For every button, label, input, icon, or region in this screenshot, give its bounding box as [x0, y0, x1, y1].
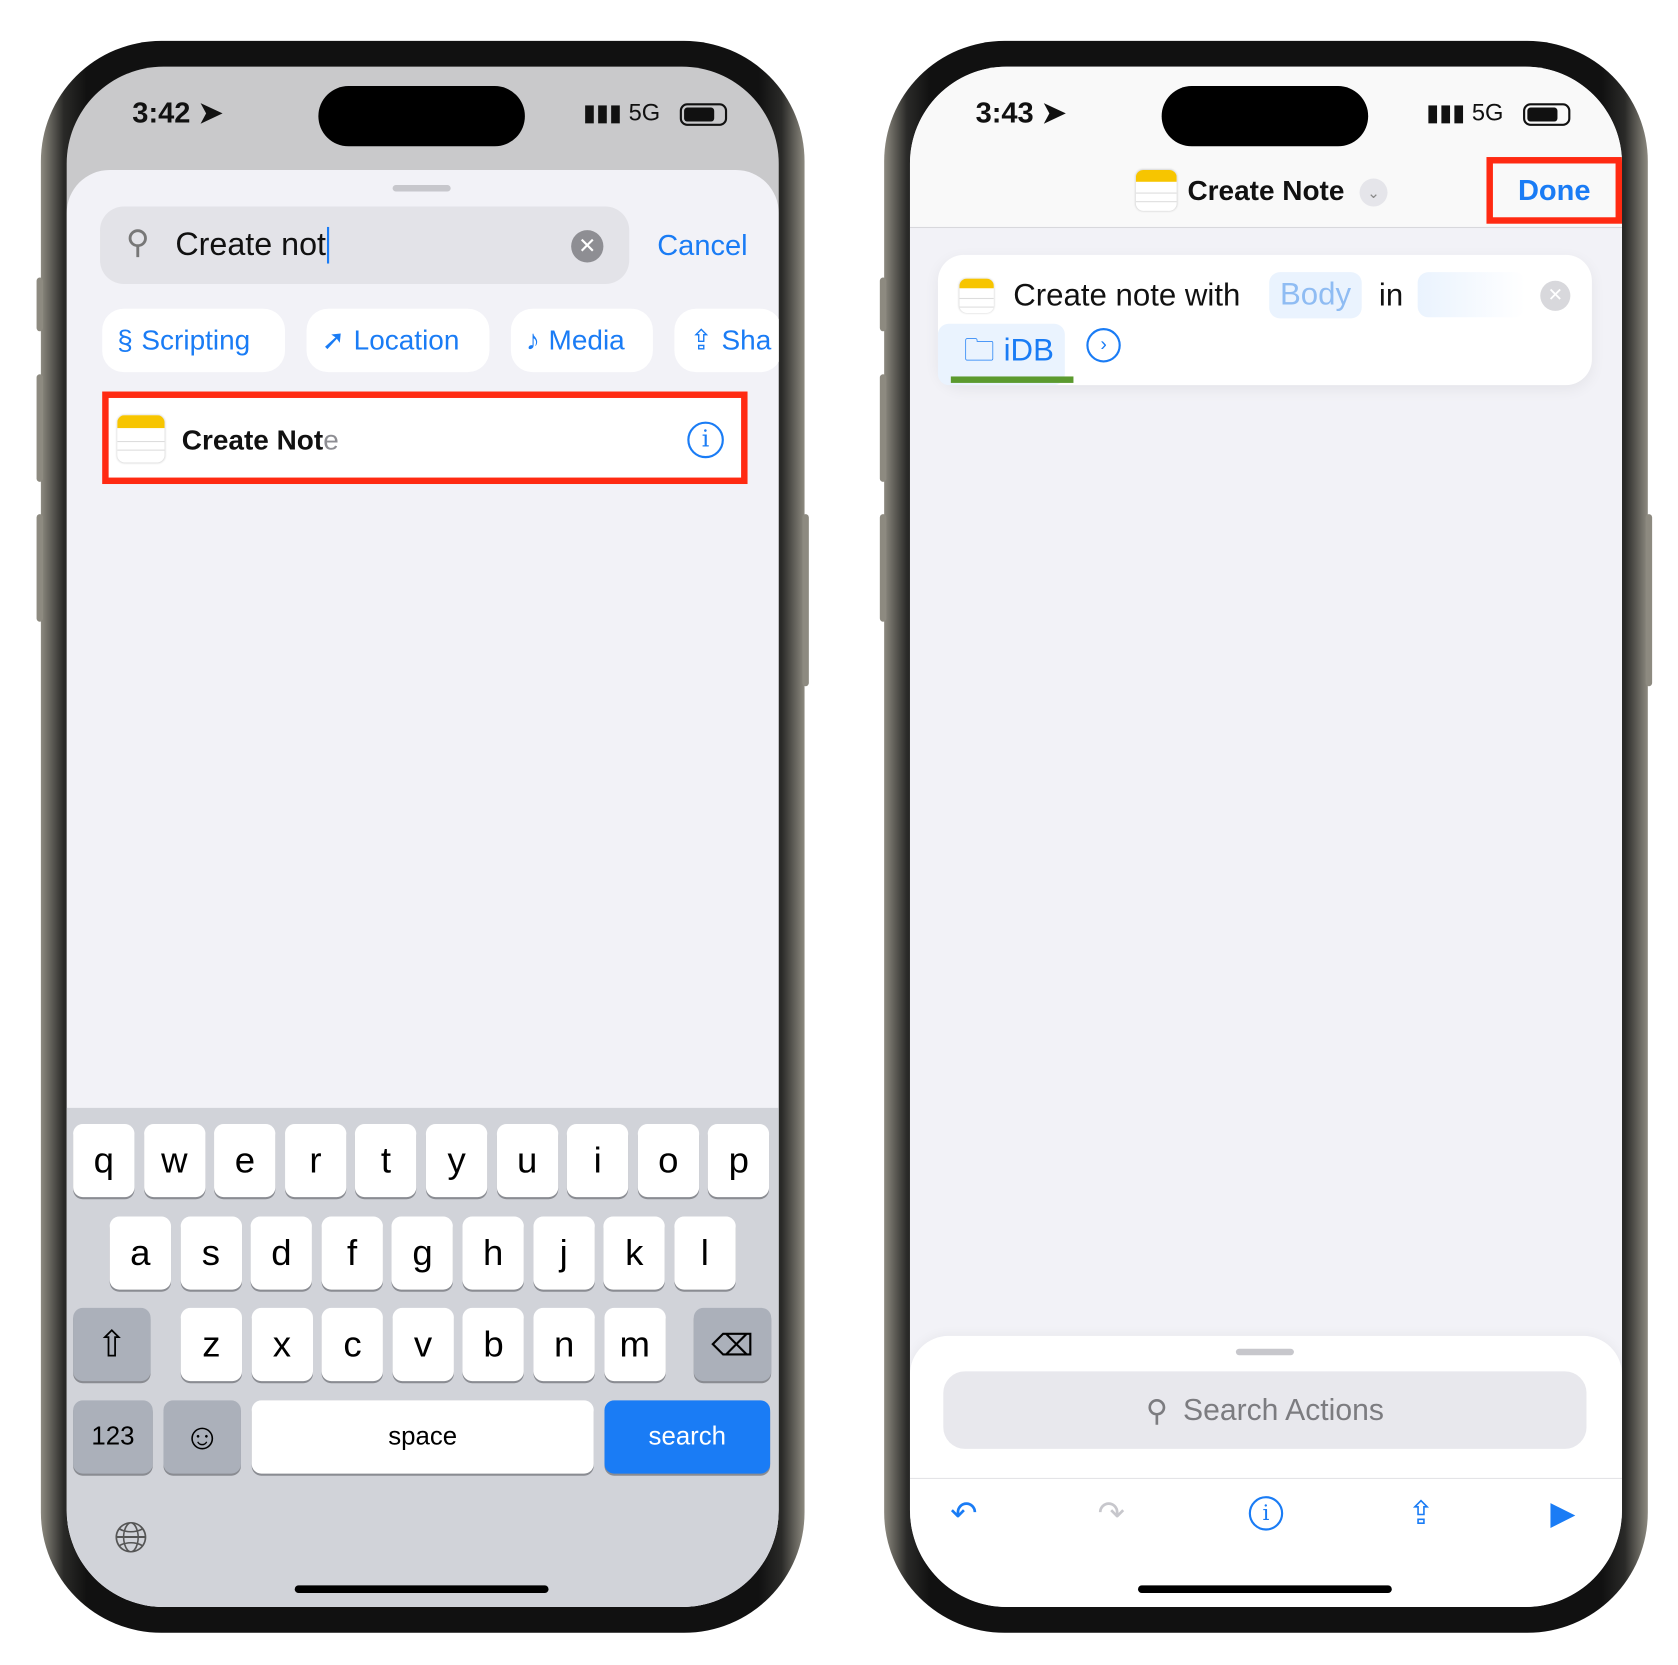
sheet-grabber[interactable]: [392, 185, 451, 192]
battery-icon: [1523, 103, 1571, 126]
music-note-icon: ♪: [525, 323, 540, 357]
location-arrow-icon: ➚: [321, 323, 346, 357]
dynamic-island: [318, 86, 525, 147]
chevron-down-icon[interactable]: ⌄: [1359, 178, 1388, 207]
redo-icon[interactable]: ↷: [1090, 1492, 1133, 1535]
left-phone: 3:42 ➤ ▮▮▮ 5G ⚲ Create not ✕ Cancel § Scr…: [36, 40, 809, 1633]
shortcut-title[interactable]: Create Note: [1187, 174, 1344, 207]
home-indicator: [1137, 1585, 1392, 1593]
home-indicator: [294, 1585, 549, 1593]
scripting-icon: §: [117, 323, 133, 357]
chip-media[interactable]: ♪ Media: [510, 308, 653, 373]
key-x[interactable]: x: [251, 1307, 313, 1382]
status-time: 3:43 ➤: [975, 96, 1067, 130]
key-g[interactable]: g: [391, 1216, 454, 1290]
search-actions-input[interactable]: ⚲ Search Actions: [943, 1371, 1587, 1449]
battery-icon: [679, 103, 728, 126]
expand-chevron-icon[interactable]: ›: [1086, 328, 1121, 363]
emoji-key[interactable]: ☺: [163, 1400, 241, 1474]
play-icon[interactable]: ▶: [1541, 1492, 1584, 1535]
sheet-grabber[interactable]: [1235, 1348, 1294, 1356]
key-s[interactable]: s: [180, 1216, 242, 1290]
body-token[interactable]: Body: [1269, 272, 1362, 319]
search-key[interactable]: search: [604, 1400, 771, 1474]
folder-icon: 🗀︎: [963, 333, 995, 368]
key-o[interactable]: o: [637, 1124, 699, 1198]
result-create-note[interactable]: Create Note i: [102, 391, 748, 485]
key-f[interactable]: f: [321, 1216, 383, 1290]
key-l[interactable]: l: [674, 1216, 736, 1290]
highlight-underline: [950, 376, 1074, 383]
chip-scripting[interactable]: § Scripting: [102, 308, 286, 373]
search-text: Create not: [175, 226, 330, 264]
undo-icon[interactable]: ↶: [942, 1492, 985, 1535]
key-i[interactable]: i: [567, 1124, 629, 1198]
dynamic-island: [1161, 86, 1369, 147]
share-icon: ⇪: [689, 323, 713, 357]
key-j[interactable]: j: [533, 1216, 595, 1290]
key-n[interactable]: n: [533, 1307, 595, 1382]
signal-indicator: ▮▮▮ 5G: [1426, 98, 1504, 126]
result-title: Create Note: [181, 423, 339, 457]
key-e[interactable]: e: [214, 1124, 276, 1198]
search-icon: ⚲: [1145, 1393, 1168, 1427]
key-u[interactable]: u: [496, 1124, 558, 1198]
key-w[interactable]: w: [143, 1124, 206, 1198]
clear-icon[interactable]: ✕: [571, 230, 604, 263]
backspace-icon: ⌫: [711, 1327, 754, 1362]
delete-key[interactable]: ⌫: [693, 1307, 772, 1382]
search-input[interactable]: ⚲ Create not ✕: [100, 206, 630, 284]
in-label: in: [1378, 278, 1404, 313]
key-b[interactable]: b: [462, 1307, 525, 1382]
chip-location[interactable]: ➚ Location: [306, 308, 490, 373]
actions-drawer: ⚲ Search Actions: [909, 1335, 1623, 1607]
action-text: Create note with: [1013, 278, 1241, 313]
key-r[interactable]: r: [284, 1124, 347, 1198]
shift-key[interactable]: ⇧: [73, 1307, 151, 1382]
key-y[interactable]: y: [425, 1124, 488, 1198]
key-d[interactable]: d: [250, 1216, 313, 1290]
signal-indicator: ▮▮▮ 5G: [582, 98, 661, 126]
key-a[interactable]: a: [109, 1216, 172, 1290]
globe-icon[interactable]: 🌐︎: [114, 1514, 148, 1562]
done-button[interactable]: Done: [1486, 157, 1623, 224]
cancel-button[interactable]: Cancel: [657, 229, 747, 262]
search-icon: ⚲: [125, 224, 150, 261]
right-phone: 3:43 ➤ ▮▮▮ 5G Create Note ⌄ Done Create …: [879, 40, 1653, 1633]
emoji-icon: ☺: [183, 1416, 221, 1457]
key-p[interactable]: p: [708, 1124, 770, 1198]
status-time: 3:42 ➤: [132, 96, 223, 130]
key-h[interactable]: h: [462, 1216, 524, 1290]
key-z[interactable]: z: [180, 1307, 243, 1382]
space-key[interactable]: space: [251, 1400, 594, 1474]
account-token[interactable]: [1417, 272, 1526, 318]
key-m[interactable]: m: [604, 1307, 666, 1382]
notes-app-icon: [1135, 169, 1177, 211]
keyboard: ⇧ ⌫ 123 ☺ space search 🌐︎ qwertyuiop asdf…: [66, 1107, 779, 1607]
key-t[interactable]: t: [355, 1124, 417, 1198]
key-k[interactable]: k: [603, 1216, 665, 1290]
shift-icon: ⇧: [96, 1324, 128, 1365]
remove-action-icon[interactable]: ✕: [1540, 280, 1571, 311]
numbers-key[interactable]: 123: [73, 1400, 153, 1474]
info-icon[interactable]: i: [687, 421, 724, 459]
info-icon[interactable]: i: [1248, 1496, 1284, 1531]
notes-app-icon: [117, 415, 165, 463]
share-icon[interactable]: ⇪: [1399, 1492, 1442, 1535]
key-c[interactable]: c: [321, 1307, 384, 1382]
chip-share[interactable]: ⇪ Sha: [674, 308, 779, 373]
done-label: Done: [1517, 173, 1591, 206]
notes-app-icon: [959, 278, 994, 313]
create-note-action-card[interactable]: Create note with Body in ✕ 🗀︎ iDB ›: [937, 254, 1592, 386]
key-v[interactable]: v: [392, 1307, 454, 1382]
key-q[interactable]: q: [73, 1124, 135, 1198]
